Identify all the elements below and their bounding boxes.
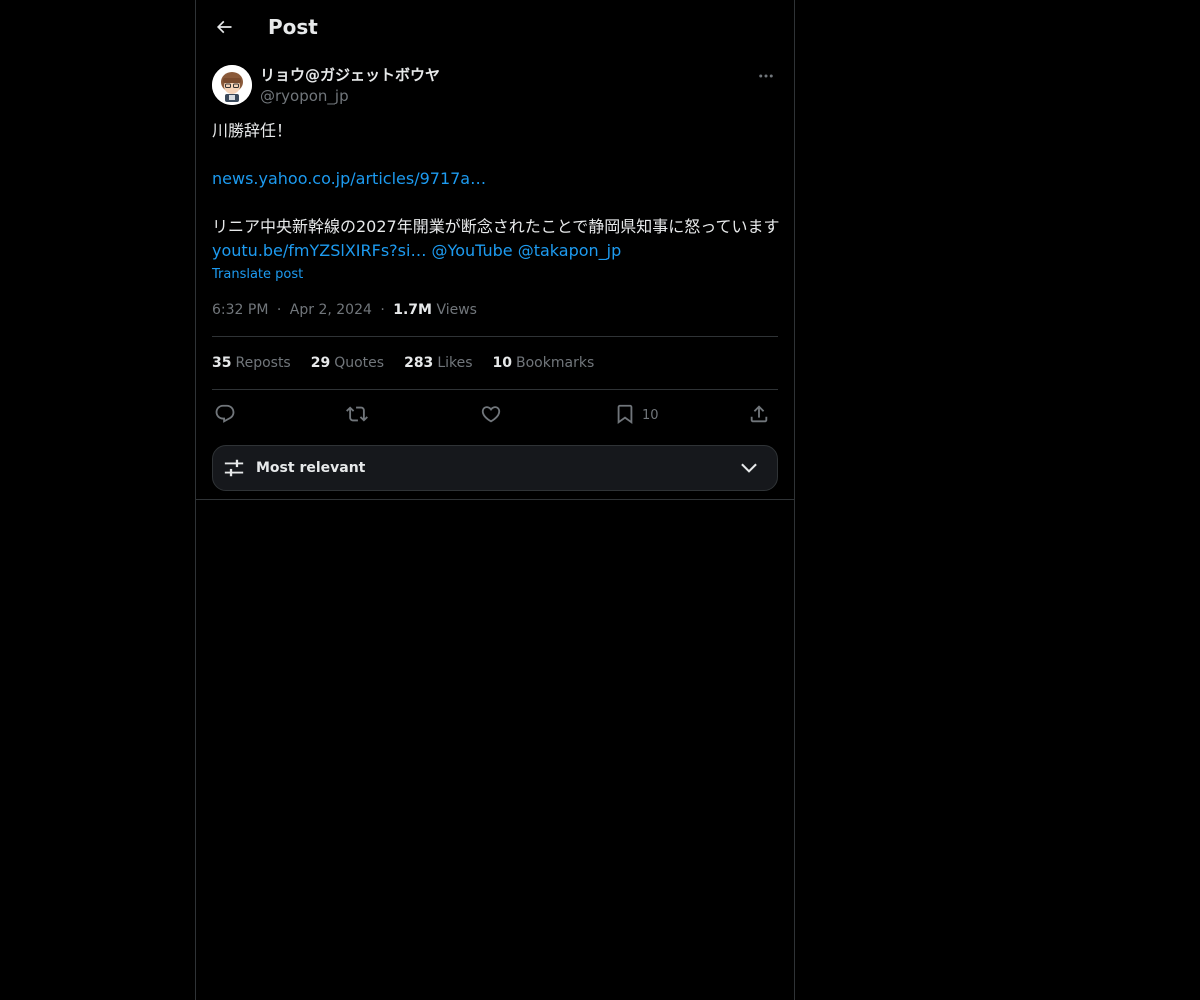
stat-likes[interactable]: 283 Likes (404, 353, 472, 373)
meta-separator: · (380, 302, 385, 318)
divider (212, 336, 778, 337)
bookmark-button[interactable]: 10 (614, 400, 659, 428)
stat-number: 29 (310, 355, 331, 371)
reply-sort-dropdown[interactable]: Most relevant (212, 445, 778, 491)
post-header: Post (196, 0, 794, 54)
youtube-link[interactable]: youtu.be/fmYZSlXIRFs?si… (212, 241, 426, 260)
post-line: リニア中央新幹線の2027年開業が断念されたことで静岡県知事に怒っています (212, 217, 780, 236)
post-meta: 6:32 PM · Apr 2, 2024 · 1.7M Views (212, 300, 477, 320)
share-icon (750, 405, 768, 423)
chevron-down-icon (741, 463, 757, 473)
stat-label: Likes (437, 355, 473, 371)
back-button[interactable] (208, 11, 240, 43)
stat-label: Quotes (334, 355, 385, 371)
arrow-left-icon (216, 20, 232, 34)
mention-youtube[interactable]: @YouTube (432, 241, 513, 260)
sliders-icon (224, 459, 244, 477)
avatar-illustration (212, 65, 252, 105)
stat-label: Reposts (235, 355, 291, 371)
translate-post-link[interactable]: Translate post (212, 266, 303, 284)
divider (212, 389, 778, 390)
author-display-name[interactable]: リョウ@ガジェットボウヤ (260, 65, 440, 85)
stat-reposts[interactable]: 35 Reposts (212, 353, 291, 373)
section-divider (196, 499, 794, 500)
post-text: 川勝辞任！ news.yahoo.co.jp/articles/9717a… リ… (212, 119, 782, 263)
bookmark-count: 10 (642, 407, 659, 423)
heart-icon (481, 406, 501, 423)
meta-separator: · (276, 302, 282, 318)
reply-button[interactable] (214, 400, 236, 428)
like-button[interactable] (480, 400, 502, 428)
more-options-button[interactable] (754, 64, 778, 88)
more-horizontal-icon (759, 74, 773, 78)
post-author: リョウ@ガジェットボウヤ @ryopon_jp (212, 64, 778, 108)
repost-button[interactable] (346, 400, 368, 428)
reply-icon (215, 404, 235, 423)
stat-bookmarks[interactable]: 10 Bookmarks (493, 353, 595, 373)
avatar[interactable] (212, 65, 252, 105)
post-date[interactable]: Apr 2, 2024 (290, 302, 372, 318)
sort-label: Most relevant (256, 460, 366, 476)
stat-quotes[interactable]: 29 Quotes (311, 353, 384, 373)
post-line: 川勝辞任！ (212, 121, 293, 140)
stat-label: Bookmarks (516, 355, 595, 371)
stat-number: 10 (492, 355, 513, 371)
post-detail-column: Post リョウ@ガジェットボウヤ @ryopon_jp 川勝辞任！ news.… (195, 0, 795, 1000)
page-title: Post (268, 15, 318, 39)
share-button[interactable] (748, 400, 770, 428)
stat-number: 283 (404, 355, 434, 371)
action-bar: 10 (212, 400, 778, 428)
views-label: Views (436, 302, 477, 318)
repost-icon (346, 406, 368, 422)
bookmark-icon (617, 404, 633, 425)
views-count: 1.7M (393, 302, 432, 318)
stat-number: 35 (212, 355, 232, 371)
news-link[interactable]: news.yahoo.co.jp/articles/9717a… (212, 169, 486, 188)
mention-takapon[interactable]: @takapon_jp (518, 241, 622, 260)
author-handle[interactable]: @ryopon_jp (260, 86, 349, 106)
post-time[interactable]: 6:32 PM (212, 302, 268, 318)
post-stats: 35 Reposts 29 Quotes 283 Likes 10 Bookmarks (212, 353, 594, 373)
